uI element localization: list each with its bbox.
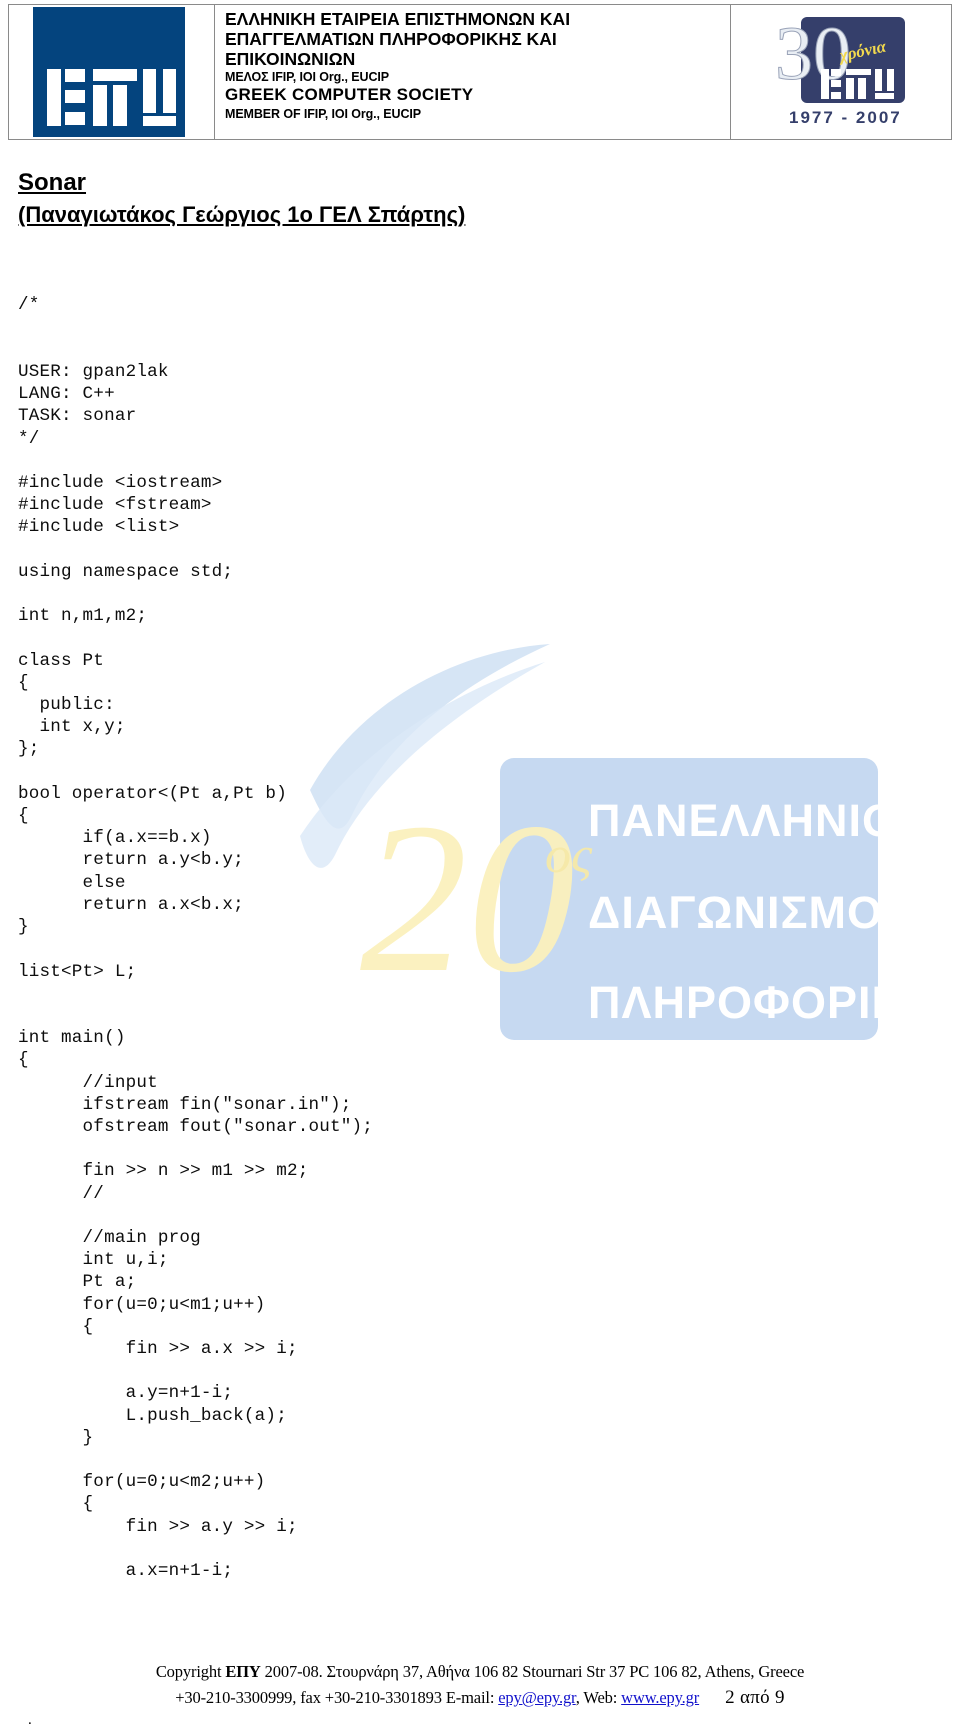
code-line: USER: gpan2lak	[18, 362, 169, 383]
source-code-listing: /* USER: gpan2lak LANG: C++ TASK: sonar */ …	[18, 250, 718, 1627]
title-block: Sonar (Παναγιωτάκος Γεώργιος 1ο ΓΕΛ Σπάρ…	[18, 168, 465, 229]
code-line: #include <fstream>	[18, 495, 212, 516]
code-line: #include <list>	[18, 517, 180, 538]
page-header: ΕΛΛΗΝΙΚΗ ΕΤΑΙΡΕΙΑ ΕΠΙΣΤΗΜΟΝΩΝ ΚΑΙ ΕΠΑΓΓΕ…	[8, 4, 952, 140]
copyright-prefix: Copyright	[155, 1662, 226, 1681]
code-line: else	[18, 872, 126, 893]
org-line-1: ΕΛΛΗΝΙΚΗ ΕΤΑΙΡΕΙΑ ΕΠΙΣΤΗΜΟΝΩΝ ΚΑΙ	[225, 9, 571, 29]
org-line-2: ΕΠΑΓΓΕΛΜΑΤΙΩΝ ΠΛΗΡΟΦΟΡΙΚΗΣ ΚΑΙ	[225, 28, 557, 49]
code-line: L.push_back(a);	[18, 1405, 287, 1426]
footer-email-link[interactable]: epy@epy.gr	[498, 1688, 576, 1707]
code-line: fin >> a.y >> i;	[18, 1516, 298, 1537]
code-line: class Pt	[18, 650, 105, 671]
code-line: return a.x<b.x;	[18, 894, 244, 915]
code-line: int main()	[18, 1028, 126, 1049]
code-line: };	[18, 739, 40, 760]
code-line: int n,m1,m2;	[18, 606, 148, 627]
code-line: //	[18, 1183, 105, 1204]
code-line: LANG: C++	[18, 384, 115, 405]
membership-english: MEMBER OF IFIP, IOI Org., EUCIP	[225, 106, 421, 121]
code-line: TASK: sonar	[18, 406, 137, 427]
code-body: USER: gpan2lak LANG: C++ TASK: sonar */ #in…	[18, 361, 718, 1582]
footer-copyright-line: Copyright ΕΠΥ 2007-08. Στουρνάρη 37, Αθή…	[0, 1662, 960, 1682]
code-line: //input	[18, 1072, 158, 1093]
code-line: ifstream fin("sonar.in");	[18, 1094, 352, 1115]
document-page: 20 ος ΠΑΝΕΛΛΗΝΙΟΣ ΔΙΑΓΩΝΙΣΜΟΣ ΠΛΗΡΟΦΟΡΙΚ…	[0, 0, 960, 1728]
code-line: {	[18, 1050, 29, 1071]
page-title: Sonar	[18, 169, 87, 196]
code-line: {	[18, 1316, 94, 1337]
anniversary-30-years-icon: 30 χρόνια 1977 - 2007	[767, 11, 915, 135]
code-line: for(u=0;u<m1;u++)	[18, 1294, 266, 1315]
copyright-address: 2007-08. Στουρνάρη 37, Αθήνα 106 82 Stou…	[260, 1662, 805, 1681]
code-line: public:	[18, 695, 115, 716]
code-line: using namespace std;	[18, 561, 234, 582]
code-line: {	[18, 672, 29, 693]
code-line: bool operator<(Pt a,Pt b)	[18, 783, 287, 804]
svg-text:1977 - 2007: 1977 - 2007	[789, 108, 902, 127]
code-line: */	[18, 428, 40, 449]
code-line: list<Pt> L;	[18, 961, 137, 982]
org-line-3: ΕΠΙΚΟΙΝΩΝΙΩΝ	[225, 48, 356, 69]
code-line: fin >> a.x >> i;	[18, 1338, 298, 1359]
code-line: //main prog	[18, 1227, 201, 1248]
code-line: }	[18, 917, 29, 938]
code-line: {	[18, 806, 29, 827]
org-name-english: GREEK COMPUTER SOCIETY	[225, 85, 474, 105]
code-line: return a.y<b.y;	[18, 850, 244, 871]
footer-contact-line: +30-210-3300999, fax +30-210-3301893 E-m…	[0, 1688, 960, 1708]
footer-stray-mark: .	[28, 1712, 32, 1728]
header-org-text: ΕΛΛΗΝΙΚΗ ΕΤΑΙΡΕΙΑ ΕΠΙΣΤΗΜΟΝΩΝ ΚΑΙ ΕΠΑΓΓΕ…	[215, 5, 731, 139]
code-line: #include <iostream>	[18, 473, 223, 494]
footer-phone: +30-210-3300999, fax +30-210-3301893 E-m…	[175, 1688, 499, 1707]
code-line: Pt a;	[18, 1272, 137, 1293]
code-line: for(u=0;u<m2;u++)	[18, 1472, 266, 1493]
code-line: a.y=n+1-i;	[18, 1383, 234, 1404]
epy-logo-icon	[33, 7, 185, 137]
footer-web-label: , Web:	[575, 1688, 622, 1707]
footer-web-link[interactable]: www.epy.gr	[621, 1688, 699, 1707]
header-logo-cell	[9, 5, 215, 139]
code-line: int x,y;	[18, 717, 126, 738]
copyright-org: ΕΠΥ	[225, 1662, 261, 1681]
page-subtitle-author: (Παναγιωτάκος Γεώργιος 1ο ΓΕΛ Σπάρτης)	[18, 201, 466, 227]
code-line: int u,i;	[18, 1250, 169, 1271]
code-line: }	[18, 1427, 94, 1448]
code-line: {	[18, 1494, 94, 1515]
page-number: 2 από 9	[725, 1687, 785, 1708]
page-footer: Copyright ΕΠΥ 2007-08. Στουρνάρη 37, Αθή…	[0, 1662, 960, 1708]
code-line: a.x=n+1-i;	[18, 1560, 234, 1581]
membership-greek: ΜΕΛΟΣ IFIP, IOI Org., EUCIP	[225, 70, 389, 85]
code-comment-open: /*	[18, 295, 40, 316]
code-line: ofstream fout("sonar.out");	[18, 1116, 374, 1137]
code-line: fin >> n >> m1 >> m2;	[18, 1161, 309, 1182]
code-line: if(a.x==b.x)	[18, 828, 212, 849]
header-anniversary-cell: 30 χρόνια 1977 - 2007	[731, 5, 951, 139]
